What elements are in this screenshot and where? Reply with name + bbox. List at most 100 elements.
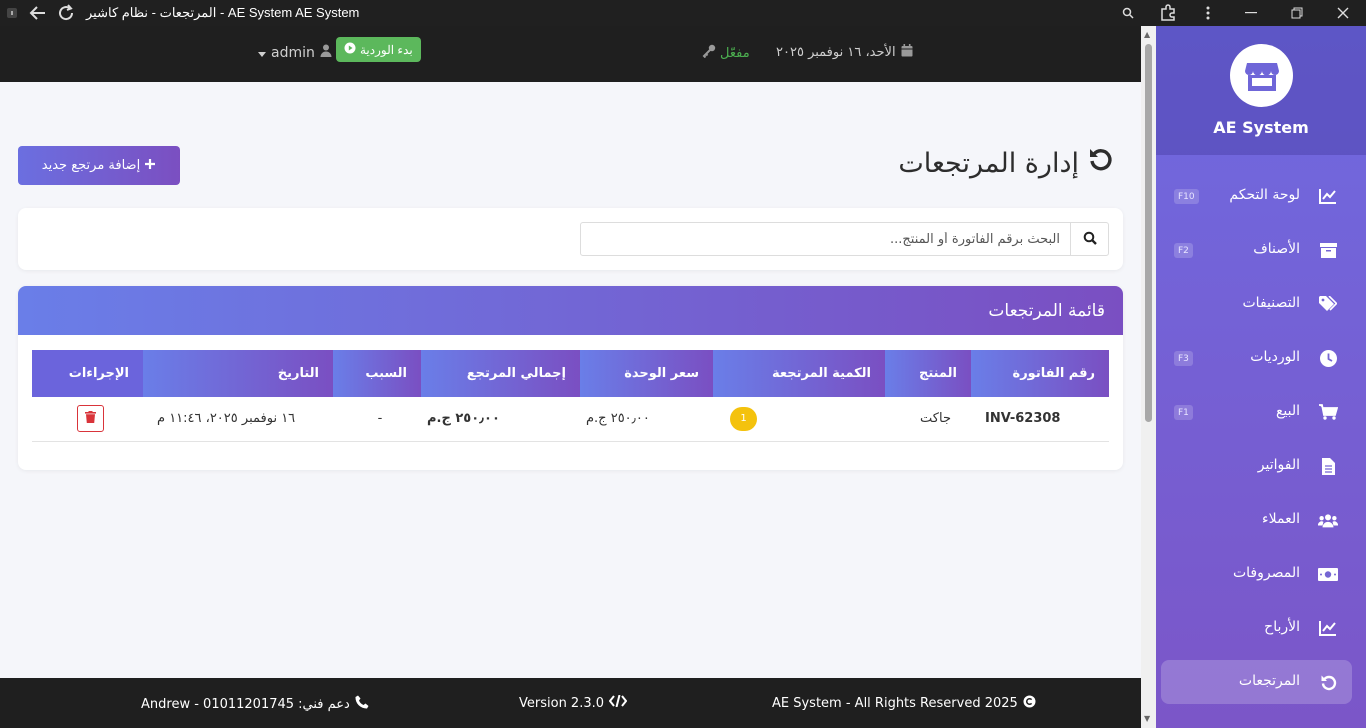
restore-icon[interactable] xyxy=(1274,0,1320,26)
sidebar-item-label: العملاء xyxy=(1262,511,1300,527)
sidebar: AE System لوحة التحكم F10 الأصناف F2 الت… xyxy=(1156,26,1366,728)
sidebar-item-label: البيع xyxy=(1275,403,1300,419)
returns-list-card: قائمة المرتجعات رقم الفاتورة المنتج الكم… xyxy=(18,286,1123,470)
chart-line-icon xyxy=(1318,186,1338,206)
top-header: الأحد، ١٦ نوفمبر ٢٠٢٥ مفعّل بدء الوردية … xyxy=(0,26,1141,82)
user-menu[interactable]: admin xyxy=(258,44,332,61)
username: admin xyxy=(271,44,315,61)
key-icon xyxy=(702,44,716,62)
sidebar-item-customers[interactable]: العملاء xyxy=(1161,498,1352,542)
plus-icon xyxy=(144,158,156,174)
col-reason: السبب xyxy=(333,350,421,397)
sidebar-item-label: الأرباح xyxy=(1264,619,1300,635)
calendar-icon xyxy=(901,44,913,61)
start-shift-button[interactable]: بدء الوردية xyxy=(336,37,421,62)
undo-icon xyxy=(1087,146,1115,181)
sidebar-item-dashboard[interactable]: لوحة التحكم F10 xyxy=(1161,174,1352,218)
phone-icon xyxy=(355,695,369,713)
sidebar-item-returns[interactable]: المرتجعات xyxy=(1161,660,1352,704)
current-date: الأحد، ١٦ نوفمبر ٢٠٢٥ xyxy=(776,44,913,61)
profit-chart-icon xyxy=(1318,618,1338,638)
copyright-text: AE System - All Rights Reserved 2025 xyxy=(772,696,1018,711)
sidebar-item-label: الفواتير xyxy=(1257,457,1300,473)
search-button[interactable] xyxy=(1071,222,1109,256)
sidebar-item-items[interactable]: الأصناف F2 xyxy=(1161,228,1352,272)
caret-down-icon xyxy=(258,45,266,61)
sidebar-item-sales[interactable]: البيع F1 xyxy=(1161,390,1352,434)
page-title-text: إدارة المرتجعات xyxy=(898,148,1079,179)
main-content: إدارة المرتجعات إضافة مرتجع جديد قائمة ا… xyxy=(0,82,1141,678)
window-titlebar: المرتجعات - نظام كاشير - AE System AE Sy… xyxy=(0,0,1366,26)
store-logo-icon xyxy=(1230,44,1293,107)
cell-product: جاكت xyxy=(885,397,971,442)
sidebar-item-label: التصنيفات xyxy=(1242,295,1301,311)
col-actions: الإجراءات xyxy=(32,350,143,397)
col-product: المنتج xyxy=(885,350,971,397)
col-invoice: رقم الفاتورة xyxy=(971,350,1109,397)
cell-unit-price: ٢٥٠٫٠٠ ج.م xyxy=(580,397,713,442)
trash-icon xyxy=(85,410,96,427)
zoom-icon[interactable] xyxy=(1108,0,1148,26)
delete-button[interactable] xyxy=(77,405,104,433)
returns-table: رقم الفاتورة المنتج الكمية المرتجعة سعر … xyxy=(32,350,1109,442)
cell-reason: - xyxy=(333,397,421,442)
add-return-button[interactable]: إضافة مرتجع جديد xyxy=(18,146,180,185)
brand-name: AE System xyxy=(1213,118,1309,137)
minimize-icon[interactable] xyxy=(1228,0,1274,26)
date-text: الأحد، ١٦ نوفمبر ٢٠٢٥ xyxy=(776,45,896,60)
search-icon xyxy=(1083,230,1097,249)
shortcut-badge: F3 xyxy=(1174,351,1193,366)
sidebar-item-label: المصروفات xyxy=(1232,565,1300,581)
sidebar-item-profits[interactable]: الأرباح xyxy=(1161,606,1352,650)
tags-icon xyxy=(1318,294,1338,314)
add-return-label: إضافة مرتجع جديد xyxy=(41,158,141,173)
sidebar-item-label: الأصناف xyxy=(1253,241,1300,257)
sidebar-brand: AE System xyxy=(1156,26,1366,155)
scrollbar-thumb[interactable] xyxy=(1145,44,1152,422)
col-date: التاريخ xyxy=(143,350,333,397)
cart-icon xyxy=(1318,402,1338,422)
footer-support: دعم فني: 01011201745 - Andrew xyxy=(141,695,369,713)
sidebar-item-expenses[interactable]: المصروفات xyxy=(1161,552,1352,596)
footer: AE System - All Rights Reserved 2025 Ver… xyxy=(0,678,1141,728)
money-icon xyxy=(1318,564,1338,584)
scroll-up-icon[interactable]: ▲ xyxy=(1144,30,1150,39)
sidebar-item-label: لوحة التحكم xyxy=(1229,187,1300,203)
clock-icon xyxy=(1318,348,1338,368)
close-icon[interactable] xyxy=(1320,0,1366,26)
app-menu-icon[interactable] xyxy=(0,0,24,26)
sidebar-item-categories[interactable]: التصنيفات xyxy=(1161,282,1352,326)
scroll-down-icon[interactable]: ▼ xyxy=(1144,714,1150,723)
footer-version: Version 2.3.0 xyxy=(519,694,628,711)
vertical-scrollbar[interactable]: ▲ ▼ xyxy=(1141,26,1156,728)
support-text: دعم فني: 01011201745 - Andrew xyxy=(141,696,350,712)
extensions-icon[interactable] xyxy=(1148,0,1188,26)
invoice-icon xyxy=(1318,456,1338,476)
activation-status-text: مفعّل xyxy=(720,45,750,61)
box-icon xyxy=(1318,240,1338,260)
window-title: المرتجعات - نظام كاشير - AE System AE Sy… xyxy=(86,5,360,20)
sidebar-item-invoices[interactable]: الفواتير xyxy=(1161,444,1352,488)
cell-invoice: INV-62308 xyxy=(971,397,1109,442)
col-quantity: الكمية المرتجعة xyxy=(713,350,885,397)
undo-icon xyxy=(1318,672,1338,692)
cell-date: ١٦ نوفمبر ٢٠٢٥، ١١:٤٦ م xyxy=(143,397,333,442)
users-icon xyxy=(1318,510,1338,530)
table-header-row: رقم الفاتورة المنتج الكمية المرتجعة سعر … xyxy=(32,350,1109,397)
more-options-icon[interactable] xyxy=(1188,0,1228,26)
sidebar-item-shifts[interactable]: الورديات F3 xyxy=(1161,336,1352,380)
user-icon xyxy=(320,44,332,61)
code-icon xyxy=(608,694,628,711)
shortcut-badge: F2 xyxy=(1174,243,1193,258)
start-shift-label: بدء الوردية xyxy=(360,42,413,57)
copyright-icon xyxy=(1023,695,1036,712)
sidebar-item-label: المرتجعات xyxy=(1238,673,1300,689)
reload-icon[interactable] xyxy=(52,0,80,26)
back-arrow-icon[interactable] xyxy=(24,0,52,26)
shortcut-badge: F1 xyxy=(1174,405,1193,420)
sidebar-item-label: الورديات xyxy=(1250,349,1300,365)
search-input[interactable] xyxy=(580,222,1071,256)
cell-total: ٢٥٠٫٠٠ ج.م xyxy=(421,397,580,442)
col-unit-price: سعر الوحدة xyxy=(580,350,713,397)
version-text: Version 2.3.0 xyxy=(519,695,605,711)
